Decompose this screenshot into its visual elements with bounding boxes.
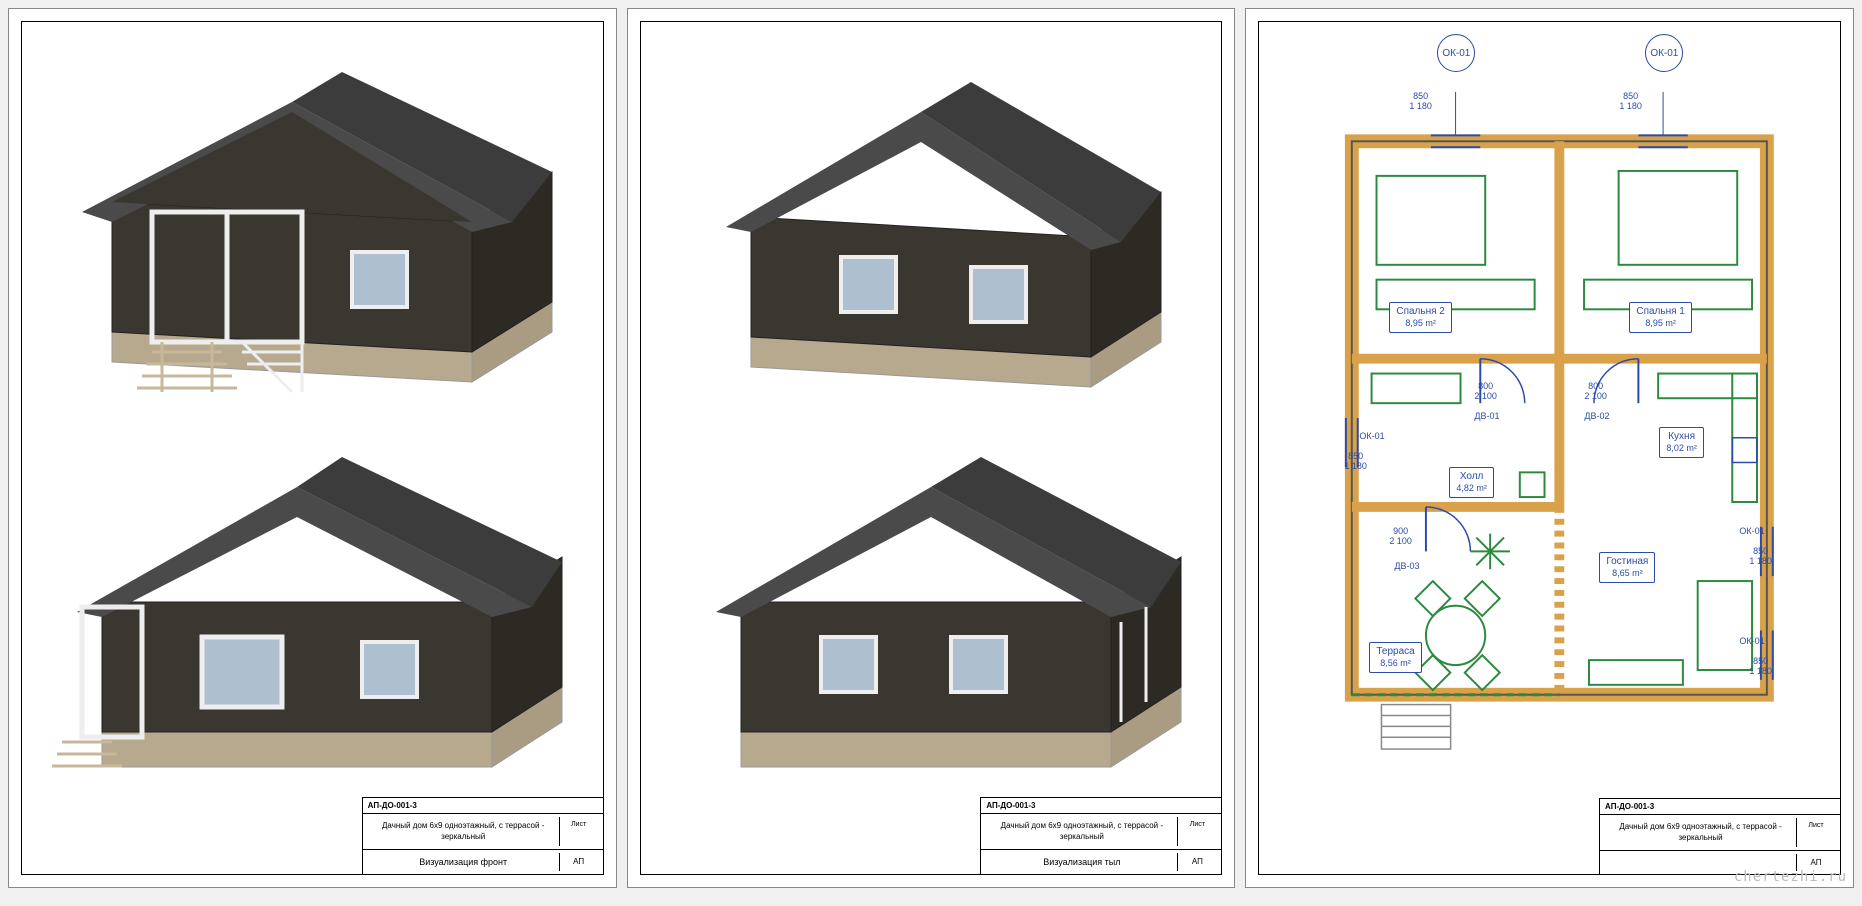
- window-tag: ОК-01: [1739, 527, 1764, 537]
- house-render: [691, 62, 1171, 402]
- title-block: АП-ДО-001-3 Дачный дом 6х9 одноэтажный, …: [980, 797, 1221, 874]
- tb-leaf-value: АП: [560, 853, 598, 871]
- door-tag: ДВ-01: [1474, 412, 1499, 422]
- tb-leaf-header: Лист: [560, 817, 598, 846]
- dim-door3: 9002 100: [1389, 527, 1412, 547]
- tb-code: АП-ДО-001-3: [363, 798, 603, 814]
- callout-window: ОК-01: [1437, 34, 1475, 72]
- dim-win: 8501 180: [1749, 547, 1772, 567]
- dim-door: 8002 100: [1474, 382, 1497, 402]
- label-bedroom1: Спальня 18,95 m²: [1629, 302, 1692, 333]
- render-rear-bottom: [691, 442, 1191, 792]
- render-front-top: [42, 42, 562, 402]
- tb-leaf-header: Лист: [1178, 817, 1216, 846]
- render-rear-top: [691, 62, 1171, 402]
- sheet-front: АП-ДО-001-3 Дачный дом 6х9 одноэтажный, …: [8, 8, 617, 888]
- tb-code: АП-ДО-001-3: [981, 798, 1221, 814]
- tb-view: Визуализация тыл: [986, 853, 1178, 871]
- tb-leaf-header: Лист: [1797, 818, 1835, 847]
- dim-win: 8501 180: [1344, 452, 1367, 472]
- floor-plan: ОК-01 ОК-01 8501 180 8501 180 Спальня 28…: [1319, 82, 1800, 754]
- dim-win: 8501 180: [1619, 92, 1642, 112]
- tb-code: АП-ДО-001-3: [1600, 799, 1840, 815]
- dim-win: 8501 180: [1409, 92, 1432, 112]
- label-living: Гостиная8,65 m²: [1599, 552, 1655, 583]
- tb-desc: Дачный дом 6х9 одноэтажный, с террасой -…: [986, 817, 1178, 846]
- sheet-rear: АП-ДО-001-3 Дачный дом 6х9 одноэтажный, …: [627, 8, 1236, 888]
- tb-leaf-value: АП: [1178, 853, 1216, 871]
- label-hall: Холл4,82 m²: [1449, 467, 1494, 498]
- window-tag: ОК-01: [1359, 432, 1384, 442]
- tb-desc: Дачный дом 6х9 одноэтажный, с террасой -…: [368, 817, 560, 846]
- tb-desc: Дачный дом 6х9 одноэтажный, с террасой -…: [1605, 818, 1797, 847]
- label-bedroom2: Спальня 28,95 m²: [1389, 302, 1452, 333]
- callout-window: ОК-01: [1645, 34, 1683, 72]
- title-block: АП-ДО-001-3 Дачный дом 6х9 одноэтажный, …: [362, 797, 603, 874]
- house-render: [32, 432, 572, 792]
- sheet-plan: ОК-01 ОК-01 8501 180 8501 180 Спальня 28…: [1245, 8, 1854, 888]
- watermark: chertezhi.ru: [1734, 869, 1847, 885]
- window-tag: ОК-01: [1739, 637, 1764, 647]
- dim-door: 8002 100: [1584, 382, 1607, 402]
- dim-win: 8501 180: [1749, 657, 1772, 677]
- house-render: [691, 442, 1191, 792]
- window-tag: ОК-01: [1645, 34, 1683, 72]
- sheet-row: АП-ДО-001-3 Дачный дом 6х9 одноэтажный, …: [0, 0, 1862, 896]
- house-render: [42, 42, 562, 402]
- window-tag: ОК-01: [1437, 34, 1475, 72]
- title-block: АП-ДО-001-3 Дачный дом 6х9 одноэтажный, …: [1599, 798, 1840, 874]
- door-tag: ДВ-03: [1394, 562, 1419, 572]
- frame: АП-ДО-001-3 Дачный дом 6х9 одноэтажный, …: [640, 21, 1223, 875]
- door-tag: ДВ-02: [1584, 412, 1609, 422]
- label-terrace: Терраса8,56 m²: [1369, 642, 1421, 673]
- frame: ОК-01 ОК-01 8501 180 8501 180 Спальня 28…: [1258, 21, 1841, 875]
- label-kitchen: Кухня8,02 m²: [1659, 427, 1704, 458]
- tb-view: Визуализация фронт: [368, 853, 560, 871]
- render-front-bottom: [32, 432, 572, 792]
- frame: АП-ДО-001-3 Дачный дом 6х9 одноэтажный, …: [21, 21, 604, 875]
